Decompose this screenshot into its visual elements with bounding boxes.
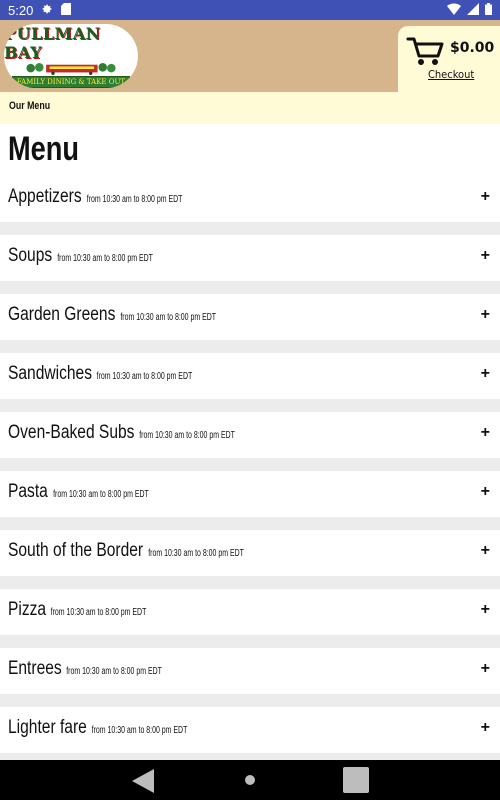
category-name: Lighter fare [8, 717, 87, 738]
sd-card-icon [61, 2, 72, 18]
signal-icon [467, 2, 479, 18]
menu-category-entrees[interactable]: Entrees from 10:30 am to 8:00 pm EDT + [0, 648, 500, 694]
category-name: Entrees [8, 658, 62, 679]
gear-icon [41, 3, 53, 18]
expand-icon[interactable]: + [481, 247, 490, 265]
status-bar: 5:20 [0, 0, 500, 20]
menu-category-south-of-the-border[interactable]: South of the Border from 10:30 am to 8:00… [0, 530, 500, 576]
restaurant-logo[interactable]: PULLMAN BAY FAMILY DINING & TAKE OUT [4, 24, 138, 88]
status-time: 5:20 [8, 2, 34, 18]
category-name: Pasta [8, 481, 48, 502]
menu-category-appetizers[interactable]: Appetizers from 10:30 am to 8:00 pm EDT + [0, 176, 500, 222]
menu-category-soups[interactable]: Soups from 10:30 am to 8:00 pm EDT + [0, 235, 500, 281]
logo-title: PULLMAN BAY [4, 24, 101, 62]
menu-category-sandwiches[interactable]: Sandwiches from 10:30 am to 8:00 pm EDT + [0, 353, 500, 399]
category-name: Soups [8, 245, 53, 266]
expand-icon[interactable]: + [481, 424, 490, 442]
page-title: Menu [8, 130, 80, 168]
category-name: Appetizers [8, 186, 82, 207]
expand-icon[interactable]: + [481, 306, 490, 324]
train-icon [26, 63, 116, 75]
category-hours: from 10:30 am to 8:00 pm EDT [148, 548, 244, 559]
category-hours: from 10:30 am to 8:00 pm EDT [96, 371, 193, 382]
expand-icon[interactable]: + [481, 483, 490, 501]
logo-subtitle: FAMILY DINING & TAKE OUT [11, 76, 131, 88]
checkout-link[interactable]: Checkout [428, 68, 474, 81]
home-icon[interactable] [245, 775, 255, 785]
recents-icon[interactable] [343, 767, 369, 793]
navigation-bar [0, 760, 500, 800]
expand-icon[interactable]: + [481, 660, 490, 678]
menu-category-garden-greens[interactable]: Garden Greens from 10:30 am to 8:00 pm ED… [0, 294, 500, 340]
menu-category-pizza[interactable]: Pizza from 10:30 am to 8:00 pm EDT + [0, 589, 500, 635]
category-hours: from 10:30 am to 8:00 pm EDT [57, 253, 153, 264]
menu-category-lighter-fare[interactable]: Lighter fare from 10:30 am to 8:00 pm EDT… [0, 707, 500, 753]
shopping-cart-icon[interactable] [406, 36, 444, 71]
cart-total: $0.00 [450, 40, 495, 56]
category-hours: from 10:30 am to 8:00 pm EDT [52, 489, 149, 500]
expand-icon[interactable]: + [481, 542, 490, 560]
category-name: Oven-Baked Subs [8, 422, 135, 443]
category-hours: from 10:30 am to 8:00 pm EDT [139, 430, 236, 441]
breadcrumb-item-our-menu[interactable]: Our Menu [9, 100, 50, 112]
category-name: Garden Greens [8, 304, 116, 325]
category-name: Sandwiches [8, 363, 93, 384]
category-hours: from 10:30 am to 8:00 pm EDT [120, 312, 216, 323]
category-hours: from 10:30 am to 8:00 pm EDT [51, 607, 147, 618]
expand-icon[interactable]: + [481, 188, 490, 206]
expand-icon[interactable]: + [481, 601, 490, 619]
menu-category-oven-baked-subs[interactable]: Oven-Baked Subs from 10:30 am to 8:00 pm … [0, 412, 500, 458]
category-hours: from 10:30 am to 8:00 pm EDT [86, 194, 183, 205]
category-name: South of the Border [8, 540, 144, 561]
category-hours: from 10:30 am to 8:00 pm EDT [91, 725, 188, 736]
menu-category-pasta[interactable]: Pasta from 10:30 am to 8:00 pm EDT + [0, 471, 500, 517]
expand-icon[interactable]: + [481, 719, 490, 737]
menu-content[interactable]: Menu Appetizers from 10:30 am to 8:00 pm … [0, 124, 500, 760]
wifi-icon [447, 2, 461, 18]
back-icon[interactable] [130, 768, 156, 799]
category-hours: from 10:30 am to 8:00 pm EDT [66, 666, 163, 677]
breadcrumb: Our Menu [0, 92, 500, 124]
header: PULLMAN BAY FAMILY DINING & TAKE OUT $0.… [0, 20, 500, 92]
battery-icon [485, 2, 492, 18]
cart-panel[interactable]: $0.00 Checkout [398, 26, 500, 92]
category-name: Pizza [8, 599, 47, 620]
expand-icon[interactable]: + [481, 365, 490, 383]
